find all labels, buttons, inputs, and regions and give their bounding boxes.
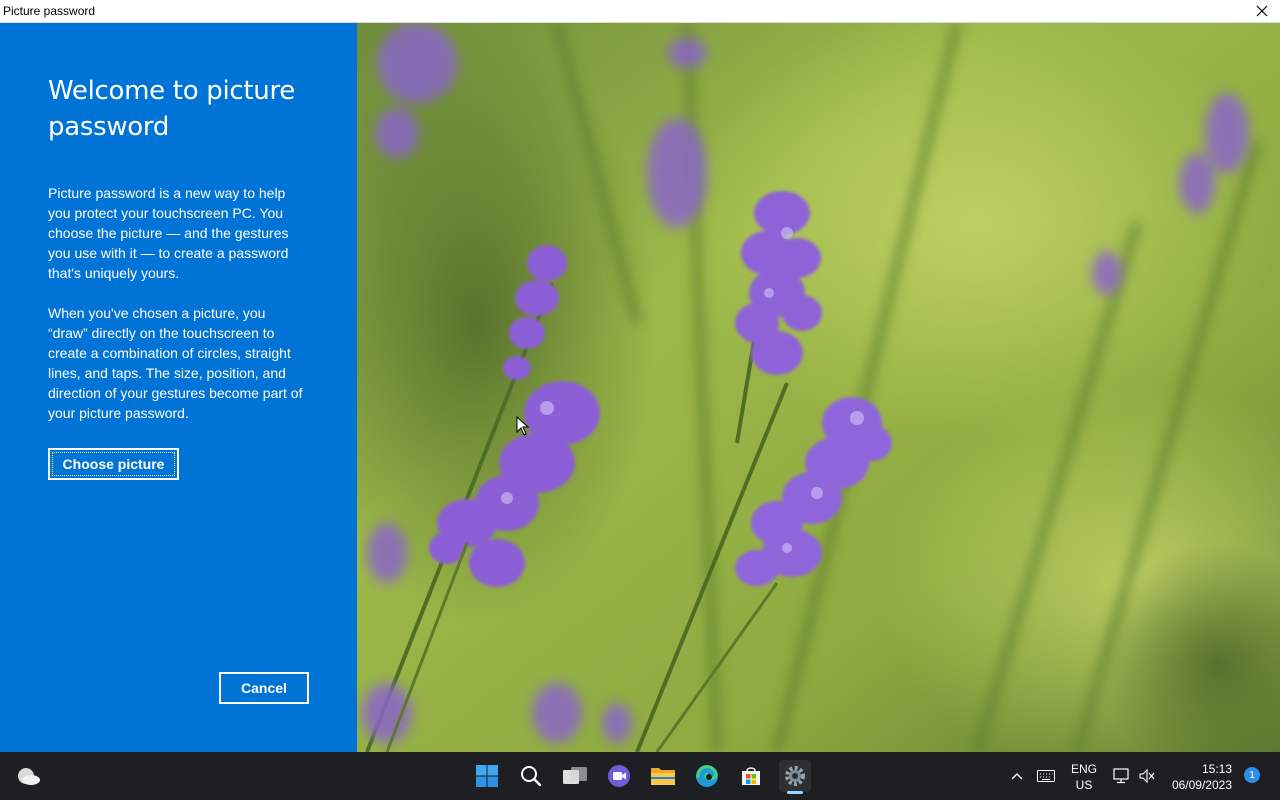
network-button[interactable] — [1108, 760, 1134, 792]
title-bar: Picture password — [0, 0, 1280, 23]
start-icon — [476, 765, 498, 787]
network-icon — [1113, 768, 1129, 784]
close-icon — [1256, 5, 1268, 17]
edge-icon — [696, 765, 718, 787]
start-button[interactable] — [471, 760, 503, 792]
show-hidden-icons-button[interactable] — [1004, 760, 1030, 792]
cancel-button[interactable]: Cancel — [219, 672, 309, 704]
edge-button[interactable] — [691, 760, 723, 792]
notification-badge[interactable]: 1 — [1244, 767, 1260, 783]
chat-icon — [608, 765, 630, 787]
lavender-image — [357, 23, 1280, 752]
task-view-icon — [563, 767, 587, 784]
clock-date: 06/09/2023 — [1171, 778, 1232, 792]
volume-muted-icon — [1139, 768, 1155, 784]
settings-button[interactable] — [779, 760, 811, 792]
language-region: US — [1075, 778, 1093, 792]
task-view-button[interactable] — [559, 760, 591, 792]
screen: Picture password Welcome to picture pass… — [0, 0, 1280, 800]
instructions-panel: Welcome to picture password Picture pass… — [0, 23, 357, 752]
window-title: Picture password — [3, 4, 96, 18]
store-button[interactable] — [735, 760, 767, 792]
choose-picture-button[interactable]: Choose picture — [48, 448, 179, 480]
chat-button[interactable] — [603, 760, 635, 792]
language-indicator[interactable]: ENG US — [1066, 762, 1102, 792]
instructions-paragraph: When you've chosen a picture, you “draw”… — [48, 305, 303, 421]
picture-preview — [357, 23, 1280, 752]
clock-time: 15:13 — [1201, 762, 1232, 776]
settings-icon — [785, 766, 805, 786]
keyboard-icon — [1037, 770, 1055, 782]
store-icon — [742, 767, 760, 785]
search-icon — [521, 766, 542, 787]
clock[interactable]: 15:13 06/09/2023 — [1164, 762, 1242, 792]
mouse-cursor-icon — [516, 416, 530, 436]
language-code: ENG — [1070, 762, 1097, 776]
weather-widget[interactable] — [12, 760, 44, 792]
intro-paragraph: Picture password is a new way to help yo… — [48, 185, 289, 281]
search-button[interactable] — [515, 760, 547, 792]
chevron-up-icon — [1011, 773, 1023, 780]
close-button[interactable] — [1250, 0, 1274, 22]
touch-keyboard-button[interactable] — [1032, 760, 1060, 792]
page-title: Welcome to picture password — [48, 76, 295, 142]
file-explorer-icon — [651, 768, 675, 785]
taskbar: ENG US 15:13 06/09/2023 — [0, 752, 1280, 800]
weather-icon — [18, 768, 40, 785]
active-app-indicator — [787, 791, 803, 794]
volume-button[interactable] — [1134, 760, 1160, 792]
file-explorer-button[interactable] — [647, 760, 679, 792]
